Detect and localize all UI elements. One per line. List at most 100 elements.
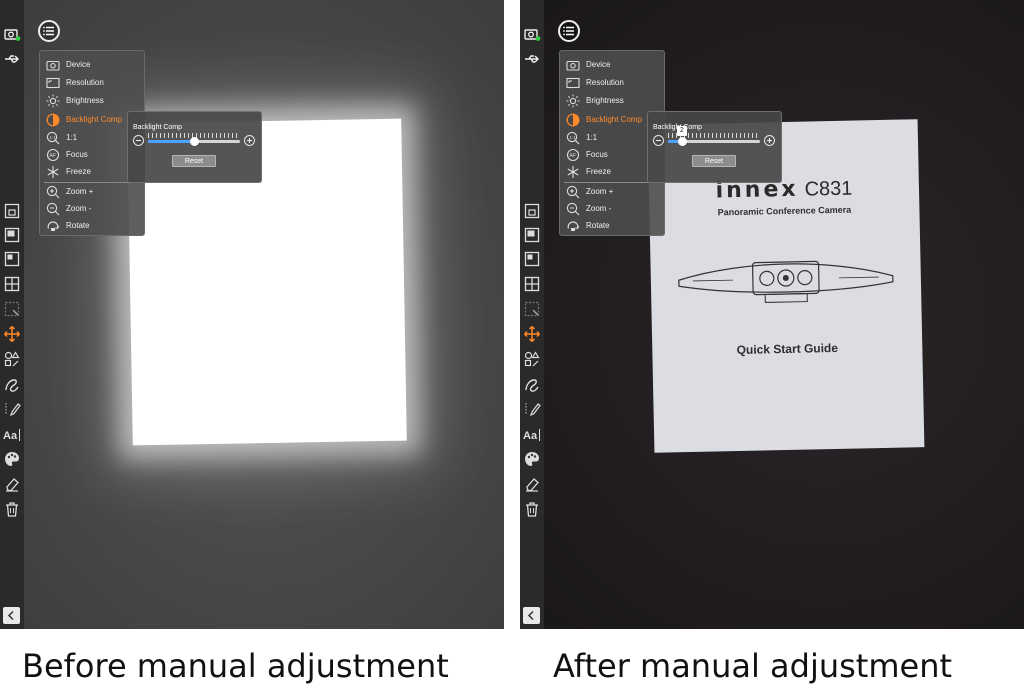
- slider-knob[interactable]: [677, 137, 687, 146]
- menu-item-rotate[interactable]: Rotate: [40, 218, 144, 235]
- freeze-icon: [566, 165, 580, 179]
- menu-item-zoom-in[interactable]: Zoom +: [40, 184, 144, 201]
- backlight-slider[interactable]: 2: [668, 126, 760, 146]
- menu-divider: [44, 182, 140, 183]
- eraser-icon[interactable]: [523, 475, 541, 493]
- backlight-slider[interactable]: [148, 137, 240, 146]
- menu-item-rotate[interactable]: Rotate: [560, 218, 664, 235]
- before-camera-view: Aa Device Resolution Brightness Backligh…: [0, 0, 504, 629]
- menu-item-label: Focus: [66, 150, 88, 159]
- menu-item-label: Freeze: [586, 167, 611, 176]
- layout-corner-icon[interactable]: [523, 250, 541, 268]
- eraser-icon[interactable]: [3, 475, 21, 493]
- backlight-comp-popup: Backlight Comp Reset: [127, 111, 262, 183]
- popup-title: Backlight Comp: [133, 124, 183, 131]
- svg-text:Aa: Aa: [523, 430, 538, 442]
- text-icon[interactable]: Aa: [523, 425, 541, 443]
- increase-icon[interactable]: [244, 135, 255, 146]
- menu-item-label: Resolution: [586, 78, 624, 87]
- menu-item-label: Brightness: [586, 96, 624, 105]
- menu-item-zoom-out[interactable]: Zoom -: [560, 201, 664, 218]
- menu-item-device[interactable]: Device: [560, 57, 664, 74]
- camera-icon: [46, 58, 60, 72]
- menu-item-device[interactable]: Device: [40, 57, 144, 74]
- slider-knob[interactable]: [190, 137, 199, 146]
- camera-status-icon[interactable]: [523, 25, 541, 43]
- menu-divider: [564, 182, 660, 183]
- menu-item-label: Rotate: [66, 221, 90, 230]
- menu-item-label: Zoom -: [586, 204, 612, 213]
- trash-icon[interactable]: [3, 500, 21, 518]
- resolution-icon: [46, 76, 60, 90]
- menu-item-resolution[interactable]: Resolution: [560, 75, 664, 92]
- freehand-icon[interactable]: [3, 375, 21, 393]
- select-icon[interactable]: [3, 300, 21, 318]
- usb-icon[interactable]: [3, 50, 21, 68]
- svg-text:Aa: Aa: [3, 430, 18, 442]
- menu-item-label: Resolution: [66, 78, 104, 87]
- camera-illustration: [678, 260, 894, 303]
- pip-icon[interactable]: [523, 202, 541, 220]
- menu-item-zoom-out[interactable]: Zoom -: [40, 201, 144, 218]
- menu-item-resolution[interactable]: Resolution: [40, 75, 144, 92]
- menu-item-brightness[interactable]: Brightness: [560, 93, 664, 110]
- rotate-icon: [566, 219, 580, 233]
- document-subtitle: Panoramic Conference Camera: [717, 204, 852, 218]
- collapse-icon[interactable]: [3, 607, 20, 624]
- slider-value-tooltip: 2: [676, 126, 687, 136]
- caption-before: Before manual adjustment: [22, 647, 449, 685]
- layout-full-icon[interactable]: [523, 226, 541, 244]
- menu-item-label: Zoom +: [66, 187, 94, 196]
- shapes-icon[interactable]: [523, 350, 541, 368]
- camera-status-icon[interactable]: [3, 25, 21, 43]
- zoom-in-icon: [566, 185, 580, 199]
- backlight-icon: [46, 113, 60, 127]
- backlight-comp-popup: Backlight Comp 2 Reset: [647, 111, 782, 183]
- caption-after: After manual adjustment: [553, 647, 953, 685]
- menu-item-label: Backlight Comp: [66, 115, 123, 124]
- menu-item-label: Device: [66, 60, 91, 69]
- menu-item-brightness[interactable]: Brightness: [40, 93, 144, 110]
- menu-toggle-button[interactable]: [38, 20, 60, 42]
- reset-button[interactable]: Reset: [172, 155, 216, 167]
- menu-item-label: Backlight Comp: [586, 115, 643, 124]
- pip-icon[interactable]: [3, 202, 21, 220]
- menu-toggle-button[interactable]: [558, 20, 580, 42]
- zoom-out-icon: [46, 202, 60, 216]
- palette-icon[interactable]: [523, 450, 541, 468]
- menu-item-label: Device: [586, 60, 611, 69]
- usb-icon[interactable]: [523, 50, 541, 68]
- menu-item-label: Brightness: [66, 96, 104, 105]
- move-icon[interactable]: [3, 325, 21, 343]
- freehand-icon[interactable]: [523, 375, 541, 393]
- pen-icon[interactable]: [3, 400, 21, 418]
- svg-text:1:1: 1:1: [49, 135, 56, 140]
- layout-grid-icon[interactable]: [523, 275, 541, 293]
- pen-icon[interactable]: [523, 400, 541, 418]
- menu-item-zoom-in[interactable]: Zoom +: [560, 184, 664, 201]
- select-icon[interactable]: [523, 300, 541, 318]
- layout-full-icon[interactable]: [3, 226, 21, 244]
- focus-icon: AF: [566, 148, 580, 162]
- increase-icon[interactable]: [764, 135, 775, 146]
- one-to-one-icon: 1:1: [46, 131, 60, 145]
- move-icon[interactable]: [523, 325, 541, 343]
- shapes-icon[interactable]: [3, 350, 21, 368]
- decrease-icon[interactable]: [653, 135, 664, 146]
- brightness-icon: [566, 94, 580, 108]
- decrease-icon[interactable]: [133, 135, 144, 146]
- palette-icon[interactable]: [3, 450, 21, 468]
- text-icon[interactable]: Aa: [3, 425, 21, 443]
- svg-text:AF: AF: [50, 153, 56, 159]
- layout-grid-icon[interactable]: [3, 275, 21, 293]
- layout-corner-icon[interactable]: [3, 250, 21, 268]
- trash-icon[interactable]: [523, 500, 541, 518]
- resolution-icon: [566, 76, 580, 90]
- reset-button[interactable]: Reset: [692, 155, 736, 167]
- menu-item-label: Freeze: [66, 167, 91, 176]
- left-toolbar: Aa: [0, 0, 24, 629]
- menu-item-label: 1:1: [586, 133, 598, 142]
- after-camera-view: innex C831 Panoramic Conference Camera Qu…: [520, 0, 1024, 629]
- svg-text:1:1: 1:1: [569, 135, 576, 140]
- collapse-icon[interactable]: [523, 607, 540, 624]
